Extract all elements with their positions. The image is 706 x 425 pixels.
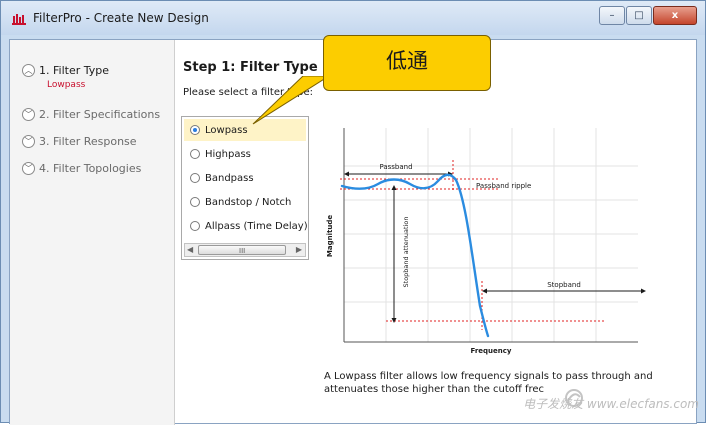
scrollbar-thumb[interactable]: III [198, 245, 286, 255]
stopband-attenuation-label: Stopband attenuation [402, 217, 410, 288]
step-label: 4. Filter Topologies [39, 162, 142, 175]
scrollbar-grip: III [239, 247, 246, 255]
option-bandpass[interactable]: Bandpass [184, 167, 306, 189]
y-axis-label: Magnitude [326, 215, 334, 257]
filterpro-window: FilterPro - Create New Design – □ x ︿ 1.… [0, 0, 706, 425]
wizard-steps-panel: ︿ 1. Filter Type Lowpass ﹀ 2. Filter Spe… [10, 40, 175, 425]
maximize-button[interactable]: □ [626, 6, 652, 25]
window-controls: – □ x [598, 6, 697, 26]
option-label: Allpass (Time Delay) [205, 220, 308, 232]
client-area: ︿ 1. Filter Type Lowpass ﹀ 2. Filter Spe… [9, 39, 697, 425]
page-title: Step 1: Filter Type [183, 60, 318, 75]
callout-text: 低通 [386, 49, 428, 73]
chevron-up-icon: ︿ [22, 64, 35, 77]
lowpass-response-diagram: Magnitude Frequency Passband Passband ri… [316, 116, 666, 360]
chevron-down-icon: ﹀ [22, 108, 35, 121]
scroll-right-icon[interactable]: ▶ [296, 245, 302, 254]
annotation-callout: 低通 [323, 35, 491, 91]
arrowhead-left-icon [482, 288, 487, 294]
filter-description: A Lowpass filter allows low frequency si… [324, 371, 653, 395]
arrowhead-right-icon [641, 288, 646, 294]
step-label: 3. Filter Response [39, 135, 137, 148]
minimize-button[interactable]: – [599, 6, 625, 25]
step-label: 1. Filter Type [39, 64, 109, 77]
diagram-grid [344, 128, 638, 342]
callout-pointer [252, 76, 330, 125]
radio-icon [190, 221, 200, 231]
option-highpass[interactable]: Highpass [184, 143, 306, 165]
filterpro-logo-icon [12, 14, 26, 25]
step-label: 2. Filter Specifications [39, 108, 161, 121]
chevron-down-icon: ﹀ [22, 135, 35, 148]
step-filter-response[interactable]: ﹀ 3. Filter Response [22, 135, 137, 148]
radio-icon [190, 173, 200, 183]
option-label: Bandstop / Notch [205, 196, 292, 208]
option-label: Highpass [205, 148, 251, 160]
spec-markers [340, 160, 606, 330]
passband-ripple-label: Passband ripple [476, 182, 531, 190]
horizontal-scrollbar[interactable]: ◀ III ▶ [184, 243, 306, 257]
lowpass-response-curve [340, 173, 490, 338]
window-title: FilterPro - Create New Design [33, 11, 209, 25]
step-filter-specifications[interactable]: ﹀ 2. Filter Specifications [22, 108, 160, 121]
step-selection-value: Lowpass [47, 80, 86, 90]
radio-icon [190, 197, 200, 207]
option-label: Lowpass [205, 124, 248, 136]
x-axis-label: Frequency [471, 347, 512, 355]
passband-label: Passband [379, 163, 412, 171]
watermark: 电子发烧友 www.elecfans.com [523, 397, 699, 411]
option-bandstop-notch[interactable]: Bandstop / Notch [184, 191, 306, 213]
stopband-label: Stopband [547, 281, 581, 289]
arrowhead-left-icon [344, 171, 349, 177]
close-button[interactable]: x [653, 6, 697, 25]
option-allpass[interactable]: Allpass (Time Delay) [184, 215, 308, 237]
chevron-down-icon: ﹀ [22, 162, 35, 175]
step-filter-type[interactable]: ︿ 1. Filter Type [22, 64, 109, 77]
filter-type-list: Lowpass Highpass Bandpass Bandstop / Not… [181, 116, 309, 260]
arrowhead-up-icon [391, 185, 397, 190]
option-label: Bandpass [205, 172, 254, 184]
radio-icon [190, 149, 200, 159]
step-filter-topologies[interactable]: ﹀ 4. Filter Topologies [22, 162, 141, 175]
scroll-left-icon[interactable]: ◀ [187, 245, 193, 254]
title-bar: FilterPro - Create New Design – □ x [1, 1, 705, 35]
radio-checked-icon [190, 125, 200, 135]
